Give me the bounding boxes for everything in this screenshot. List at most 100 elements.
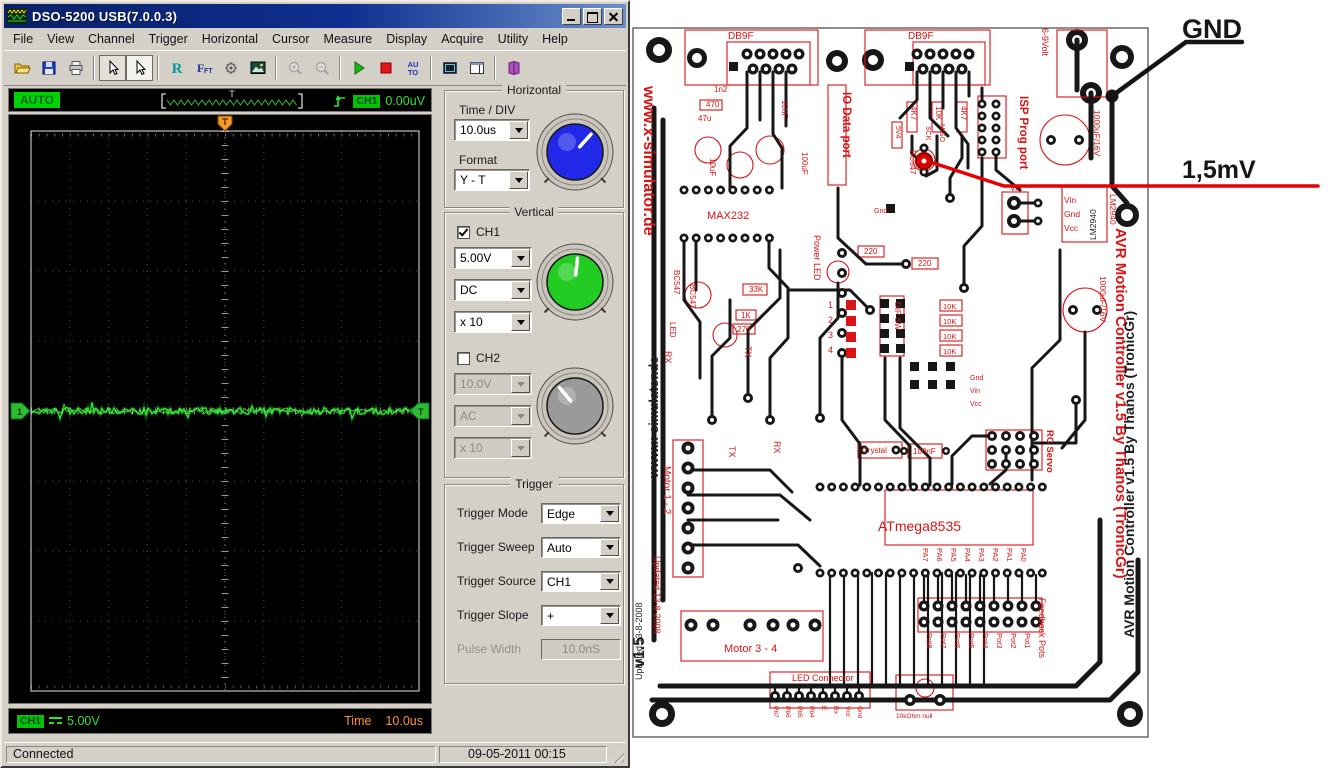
pcb-silkscreen-label: 100uF <box>800 152 809 175</box>
cursor-track-button[interactable] <box>126 55 153 81</box>
ch1-coupling-select[interactable]: DC <box>454 279 532 301</box>
ch1-volts-per-div: 5.00V <box>67 714 100 728</box>
pcb-silkscreen-label: v1.5 <box>631 637 648 668</box>
dropdown-arrow-icon[interactable] <box>511 281 530 299</box>
time-label: Time <box>344 714 372 728</box>
settings-button[interactable] <box>217 55 244 81</box>
dropdown-arrow-icon <box>511 439 530 457</box>
panel-toggle-button[interactable] <box>463 55 490 81</box>
cursor-icon <box>109 59 119 76</box>
refresh-tool-button[interactable]: R <box>163 55 190 81</box>
scope-display: 1T <box>8 114 432 704</box>
format-select[interactable]: Y - T <box>454 169 530 191</box>
pcb-silkscreen-label: 47u <box>698 114 711 123</box>
pcb-silkscreen-label: 1K <box>741 311 751 320</box>
menu-item-channel[interactable]: Channel <box>81 30 142 48</box>
time-div-select[interactable]: 10.0us <box>454 119 530 141</box>
menu-item-cursor[interactable]: Cursor <box>265 30 317 48</box>
open-icon <box>14 63 31 74</box>
close-button[interactable] <box>604 7 623 25</box>
ch1-position-knob[interactable] <box>532 239 618 325</box>
fft-button[interactable]: F FT <box>190 55 217 81</box>
horizontal-position-knob[interactable] <box>532 109 618 195</box>
waveform-preview[interactable]: T <box>157 89 307 113</box>
menu-item-horizontal[interactable]: Horizontal <box>195 30 265 48</box>
trigger-level-marker[interactable]: T <box>409 402 430 420</box>
pcb-silkscreen-label: Updated 13-8-2008 <box>652 556 662 634</box>
datetime-status: 09-05-2011 00:15 <box>439 745 607 763</box>
ch2-position-knob[interactable] <box>532 363 618 449</box>
start-button[interactable] <box>345 55 372 81</box>
pcb-silkscreen-label: Motor 1 - 2 <box>661 466 672 515</box>
trigger-slope-select[interactable]: + <box>541 605 621 626</box>
pcb-silkscreen-label: TX <box>727 446 737 458</box>
open-button[interactable] <box>8 55 35 81</box>
pcb-silkscreen-label: PA5 <box>949 548 958 562</box>
pcb-silkscreen-label: 5V4 <box>894 126 901 139</box>
save-button[interactable] <box>35 55 62 81</box>
pcb-silkscreen-label: 10uF <box>708 158 717 176</box>
pcb-silkscreen-label: Vcc <box>1064 223 1079 233</box>
pcb-silkscreen-label: Vin <box>970 388 980 395</box>
menu-item-trigger[interactable]: Trigger <box>142 30 195 48</box>
trigger-mode-select[interactable]: Edge <box>541 503 621 524</box>
cursor-tool-button[interactable] <box>99 55 126 81</box>
channel-info-bar: CH1 5.00V Time 10.0us <box>8 708 432 734</box>
dropdown-arrow-icon[interactable] <box>600 505 619 522</box>
dropdown-arrow-icon[interactable] <box>600 539 619 556</box>
pcb-silkscreen-label: 4K7 <box>959 106 968 121</box>
statusbar: Connected 09-05-2011 00:15 <box>4 742 626 764</box>
trigger-mode-label: Trigger Mode <box>457 506 528 520</box>
ch1-checkbox[interactable] <box>457 225 470 239</box>
menu-item-acquire[interactable]: Acquire <box>434 30 490 48</box>
menu-item-help[interactable]: Help <box>535 30 575 48</box>
minimize-icon <box>567 18 575 21</box>
help-button[interactable] <box>500 55 527 81</box>
trigger-sweep-select[interactable]: Auto <box>541 537 621 558</box>
ch1-volts-select[interactable]: 5.00V <box>454 247 532 269</box>
ch1-position-marker[interactable]: 1 <box>10 402 31 420</box>
status-strip: AUTO T CH1 0.00uV <box>8 88 432 112</box>
menu-item-display[interactable]: Display <box>379 30 434 48</box>
display-settings-button[interactable] <box>436 55 463 81</box>
pcb-silkscreen-label: LED Connector <box>792 673 854 683</box>
menu-item-measure[interactable]: Measure <box>317 30 380 48</box>
trigger-position-marker[interactable] <box>217 115 233 132</box>
pcb-silkscreen-label: MAX232 <box>707 210 749 222</box>
acquisition-mode-badge: AUTO <box>14 92 60 108</box>
ch1-probe-select[interactable]: x 10 <box>454 311 532 333</box>
menu-item-file[interactable]: File <box>6 30 40 48</box>
horizontal-group: Horizontal Time / DIV 10.0us Format Y - … <box>444 83 624 208</box>
stop-button[interactable] <box>372 55 399 81</box>
titlebar[interactable]: DSO-5200 USB(7.0.0.3) <box>4 4 626 28</box>
oscilloscope-window: DSO-5200 USB(7.0.0.3) File View Channel Tri… <box>0 0 630 768</box>
ch2-checkbox[interactable] <box>457 351 470 365</box>
dropdown-arrow-icon[interactable] <box>600 573 619 590</box>
pcb-silkscreen-label: Pot3 <box>995 633 1004 648</box>
snapshot-button[interactable] <box>244 55 271 81</box>
pcb-silkscreen-label: www.x-simulator.de <box>646 356 661 479</box>
print-icon <box>69 61 82 75</box>
ch2-enable[interactable]: CH2 <box>457 351 500 365</box>
ch2-probe-select: x 10 <box>454 437 532 459</box>
pcb-silkscreen-label: Feedback Pots <box>1037 598 1047 659</box>
dropdown-arrow-icon[interactable] <box>511 249 530 267</box>
measurement-annotation: 1,5mV <box>1182 156 1256 184</box>
minimize-button[interactable] <box>562 7 581 25</box>
menu-item-view[interactable]: View <box>40 30 81 48</box>
trigger-source-select[interactable]: CH1 <box>541 571 621 592</box>
pcb-silkscreen-label: Pb6 <box>784 706 791 718</box>
menu-item-utility[interactable]: Utility <box>491 30 536 48</box>
dropdown-arrow-icon[interactable] <box>511 313 530 331</box>
dropdown-arrow-icon[interactable] <box>509 121 528 139</box>
dropdown-arrow-icon[interactable] <box>600 607 619 624</box>
print-button[interactable] <box>62 55 89 81</box>
resize-grip[interactable] <box>610 749 624 763</box>
ch1-enable[interactable]: CH1 <box>457 225 500 239</box>
autoset-button[interactable]: AU TO <box>399 55 426 81</box>
zoom-in-button <box>281 55 308 81</box>
scope-column: AUTO T CH1 0.00uV 1T CH1 5.00V Time 10.0… <box>8 84 436 740</box>
dropdown-arrow-icon[interactable] <box>509 171 528 189</box>
pcb-silkscreen-label: PA2 <box>991 548 1000 562</box>
maximize-button[interactable] <box>583 7 602 25</box>
